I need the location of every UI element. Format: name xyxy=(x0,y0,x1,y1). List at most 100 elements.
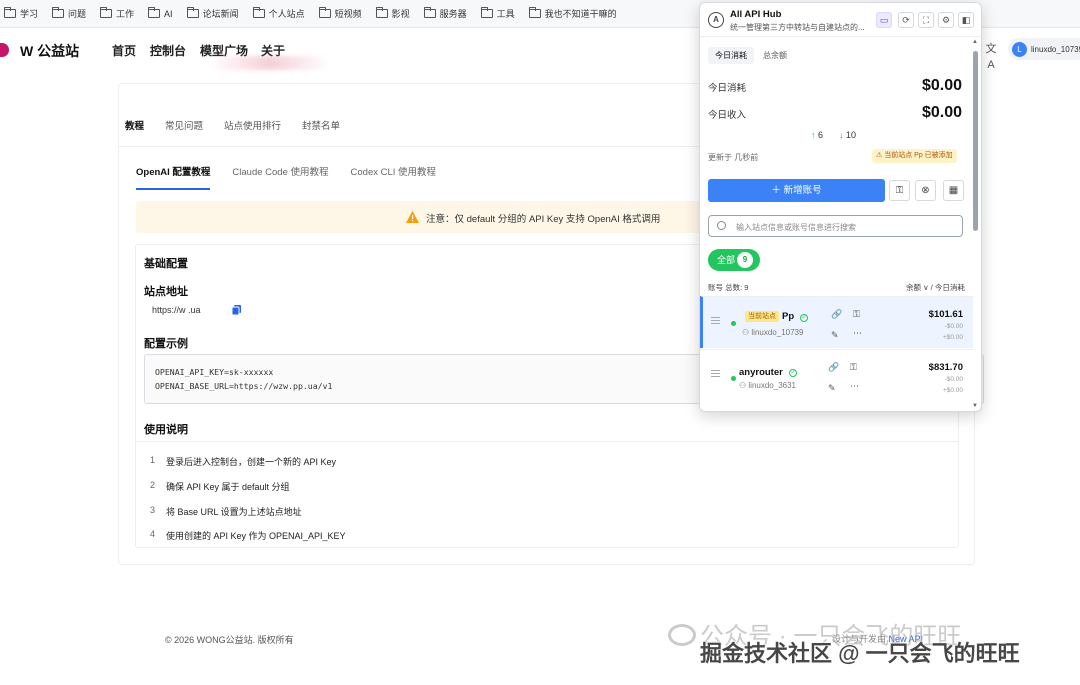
tutorial-subtabs: OpenAI 配置教程 Claude Code 使用教程 Codex CLI 使… xyxy=(136,164,458,190)
filter-all-button[interactable]: 全部 9 xyxy=(708,249,760,271)
account-name: anyrouter xyxy=(739,367,783,378)
tab-ranking[interactable]: 站点使用排行 xyxy=(224,118,281,132)
subtab-claude-code[interactable]: Claude Code 使用教程 xyxy=(232,164,328,190)
bookmark-item[interactable]: 工具 xyxy=(480,7,515,20)
popup-scrollbar[interactable]: ▲ ▼ xyxy=(972,39,980,411)
trend-down: ↓ 10 xyxy=(839,130,856,140)
bookmark-label: 论坛新闻 xyxy=(202,9,239,19)
link-icon[interactable]: 🔗 xyxy=(828,362,839,373)
panel-toggle-icon[interactable]: ◧ xyxy=(958,12,974,28)
code-line: OPENAI_API_KEY=sk-xxxxxx xyxy=(155,367,274,377)
bookmark-label: 个人站点 xyxy=(268,9,305,19)
search-input[interactable]: 输入站点信息或账号信息进行搜索 xyxy=(708,215,963,237)
account-income: +$0.00 xyxy=(942,387,963,394)
bookmark-label: 工作 xyxy=(116,9,135,19)
more-icon[interactable]: ⋯ xyxy=(853,328,862,339)
tab-today-cost[interactable]: 今日消耗 xyxy=(708,47,754,64)
account-name: Pp xyxy=(782,311,795,322)
edit-icon[interactable]: ✎ xyxy=(828,383,836,394)
nav-home[interactable]: 首页 xyxy=(112,42,136,59)
bookmark-item[interactable]: 学习 xyxy=(4,7,38,20)
tab-faq[interactable]: 常见问题 xyxy=(165,118,203,132)
updated-time: 更新于 几秒前 xyxy=(708,153,759,162)
bookmark-item[interactable]: 影视 xyxy=(375,7,410,20)
bookmark-item[interactable]: 服务器 xyxy=(423,7,467,20)
key-icon[interactable]: ⚿ xyxy=(889,180,910,201)
bookmark-label: 影视 xyxy=(391,9,410,19)
folder-icon xyxy=(375,7,388,18)
site-brand[interactable]: W 公益站 xyxy=(20,41,79,61)
filter-count-badge: 9 xyxy=(737,252,753,268)
fullscreen-icon[interactable]: ⛶ xyxy=(918,12,934,28)
folder-icon xyxy=(4,7,16,18)
account-user: ⚇ linuxdo_3631 xyxy=(739,381,796,390)
bookmark-label: 工具 xyxy=(496,9,515,19)
account-row[interactable]: anyrouter ✓ ⚇ linuxdo_3631 🔗 ⚿ ✎ ⋯ $831.… xyxy=(700,349,973,401)
link-icon[interactable]: 🔗 xyxy=(831,309,842,320)
tab-total-balance[interactable]: 总余额 xyxy=(756,47,794,64)
page-tabs: 教程 常见问题 站点使用排行 封禁名单 xyxy=(125,118,361,132)
bookmark-item[interactable]: 短视频 xyxy=(318,7,362,20)
scroll-up-icon[interactable]: ▲ xyxy=(972,39,978,45)
copy-icon[interactable] xyxy=(232,305,241,315)
tab-banlist[interactable]: 封禁名单 xyxy=(302,118,340,132)
user-menu[interactable]: L linuxdo_10739 xyxy=(1008,38,1080,60)
trend-up: ↑ 6 xyxy=(811,130,823,140)
calendar-icon[interactable]: ▦ xyxy=(943,180,964,201)
step-number: 1 xyxy=(150,455,156,465)
tab-tutorial[interactable]: 教程 xyxy=(125,118,144,132)
blurred-redaction xyxy=(210,56,330,70)
bookmark-item[interactable]: 论坛新闻 xyxy=(186,7,239,20)
gear-icon[interactable]: ⚙ xyxy=(938,12,954,28)
status-dot xyxy=(731,321,736,326)
bookmark-item[interactable]: 个人站点 xyxy=(252,7,305,20)
nav-console[interactable]: 控制台 xyxy=(150,42,186,59)
bookmark-item[interactable]: 问题 xyxy=(52,7,86,20)
example-title: 配置示例 xyxy=(144,338,188,350)
bookmark-label: 我也不知道干嘛的 xyxy=(544,9,617,19)
key-icon[interactable]: ⚿ xyxy=(853,309,860,320)
folder-icon xyxy=(423,7,436,18)
drag-handle-icon[interactable] xyxy=(711,317,720,324)
today-income-value: $0.00 xyxy=(922,104,963,121)
scroll-thumb[interactable] xyxy=(973,51,978,231)
user-icon: ⚇ xyxy=(739,381,749,390)
account-row[interactable]: 当前站点 Pp ✓ ⚇ linuxdo_10739 🔗 ⚿ ✎ ⋯ $101.6… xyxy=(700,296,973,348)
sort-dropdown[interactable]: 余额 ∨ / 今日消耗 xyxy=(906,282,965,293)
subtab-openai[interactable]: OpenAI 配置教程 xyxy=(136,164,211,190)
today-income-label: 今日收入 xyxy=(708,110,747,121)
block-icon[interactable]: ⊗ xyxy=(915,180,936,201)
step-text: 确保 API Key 属于 default 分组 xyxy=(166,482,290,492)
subtab-codex-cli[interactable]: Codex CLI 使用教程 xyxy=(351,164,437,190)
scroll-down-icon[interactable]: ▼ xyxy=(972,403,978,409)
arrow-down-icon: ↓ xyxy=(839,130,844,140)
step-text: 将 Base URL 设置为上述站点地址 xyxy=(166,507,302,517)
sidepanel-icon[interactable]: ▭ xyxy=(876,12,892,28)
translate-icon[interactable]: 文A xyxy=(983,41,999,71)
add-account-label: 新增账号 xyxy=(783,185,822,196)
popup-tabs: 今日消耗 总余额 xyxy=(708,47,796,64)
folder-icon xyxy=(528,7,541,18)
plus-icon: ＋ xyxy=(771,185,784,196)
more-icon[interactable]: ⋯ xyxy=(850,381,859,392)
folder-icon xyxy=(100,7,113,18)
api-hub-popup: A All API Hub 统一管理第三方中转站与自建站点的... ▭ ⟳ ⛶ … xyxy=(699,2,982,412)
edit-icon[interactable]: ✎ xyxy=(831,330,839,341)
bookmark-label: 问题 xyxy=(68,9,87,19)
key-icon[interactable]: ⚿ xyxy=(850,362,857,373)
code-line: OPENAI_BASE_URL=https://wzw.pp.ua/v1 xyxy=(155,381,333,391)
divider xyxy=(136,441,958,442)
refresh-icon[interactable]: ⟳ xyxy=(898,12,914,28)
bookmark-item[interactable]: AI xyxy=(148,7,173,19)
bookmark-item[interactable]: 工作 xyxy=(100,7,134,20)
step-number: 2 xyxy=(150,480,156,490)
bookmark-label: 学习 xyxy=(20,9,39,19)
folder-icon xyxy=(252,7,265,18)
site-logo[interactable] xyxy=(0,43,9,57)
add-account-button[interactable]: ＋ 新增账号 xyxy=(708,179,885,202)
popup-header: A All API Hub 统一管理第三方中转站与自建站点的... ▭ ⟳ ⛶ … xyxy=(700,3,981,37)
current-site-tag: 当前站点 xyxy=(745,311,779,322)
folder-icon xyxy=(318,7,331,18)
drag-handle-icon[interactable] xyxy=(711,370,720,377)
bookmark-item[interactable]: 我也不知道干嘛的 xyxy=(528,7,617,20)
